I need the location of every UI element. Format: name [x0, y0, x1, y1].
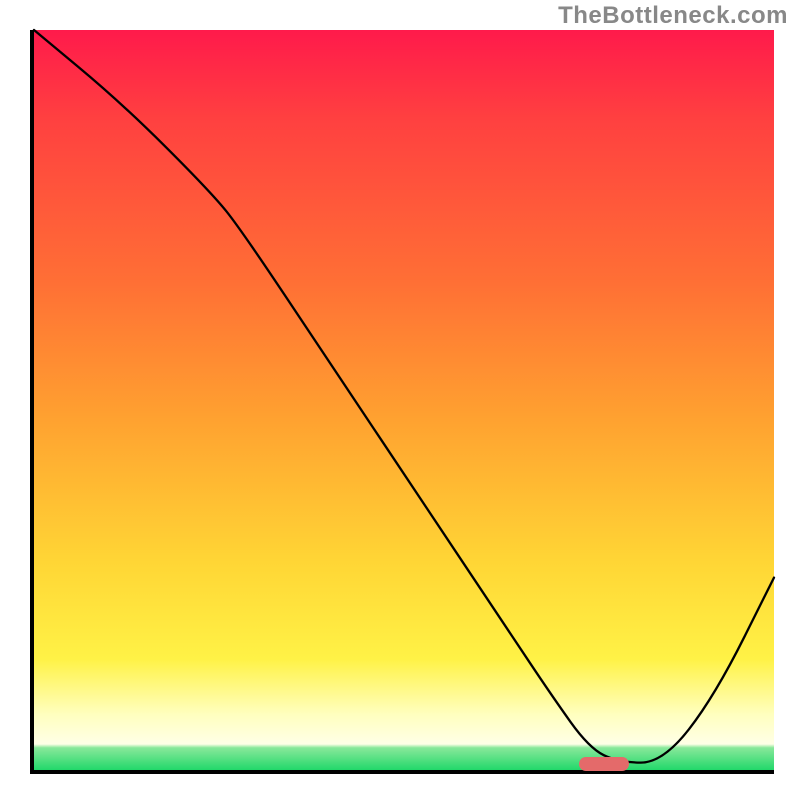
- plot-area: [30, 30, 774, 774]
- bottleneck-curve: [34, 30, 774, 763]
- watermark-text: TheBottleneck.com: [558, 2, 788, 30]
- curve-layer: [34, 30, 774, 770]
- chart-container: TheBottleneck.com: [0, 0, 800, 800]
- optimal-marker: [579, 757, 629, 771]
